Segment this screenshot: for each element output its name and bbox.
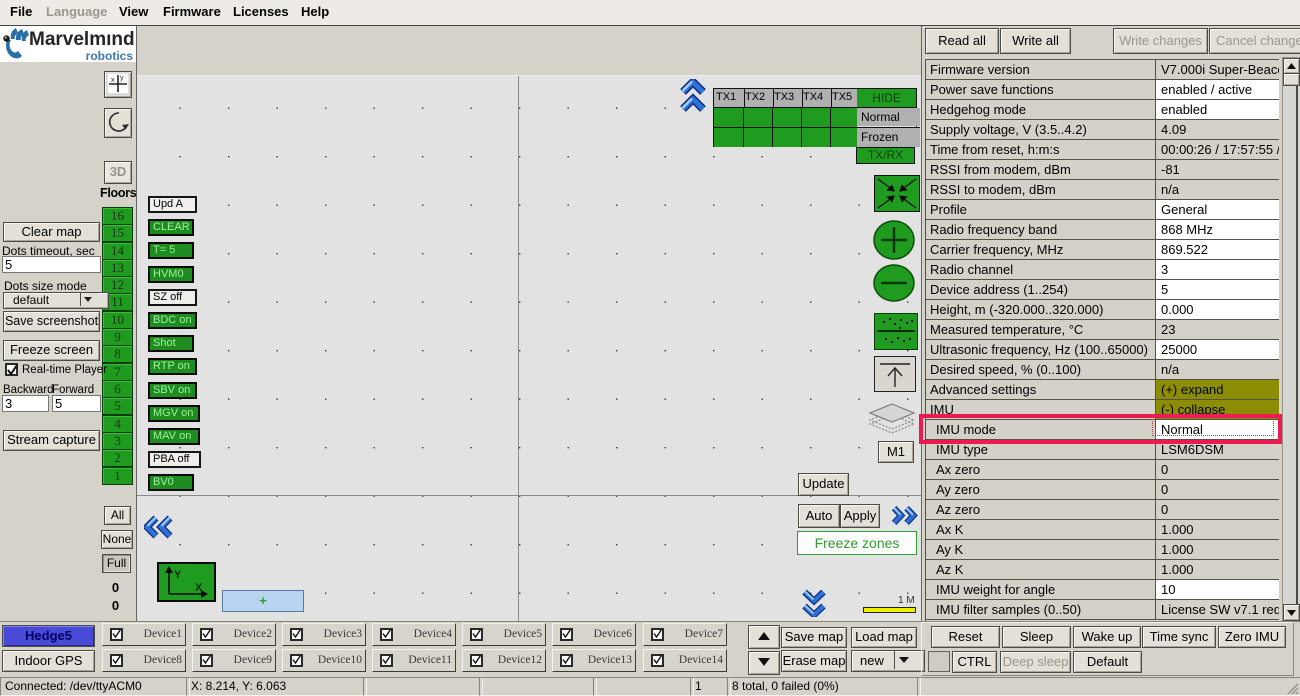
svg-text:Y: Y (174, 569, 182, 581)
svg-text:y: y (120, 75, 124, 82)
svg-text:x: x (111, 77, 115, 84)
svg-text:X: X (195, 582, 203, 594)
